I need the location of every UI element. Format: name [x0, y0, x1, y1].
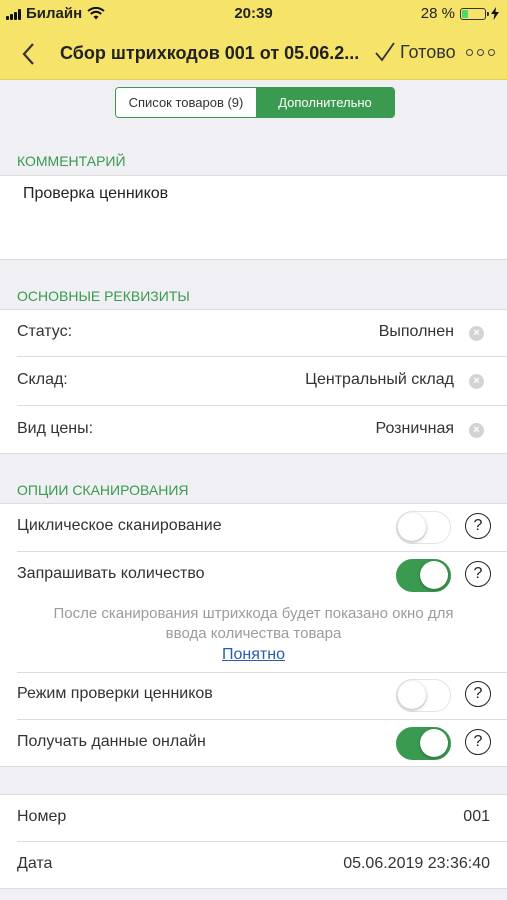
hint-text: После сканирования штрихкода будет показ… — [0, 604, 507, 644]
help-icon[interactable]: ? — [465, 561, 491, 587]
date-value: 05.06.2019 23:36:40 — [343, 855, 490, 872]
comment-section-header: КОММЕНТАРИЙ — [17, 153, 126, 169]
help-icon[interactable]: ? — [465, 681, 491, 707]
ask-quantity-row: Запрашивать количество ? — [0, 551, 507, 599]
tab-additional[interactable]: Дополнительно — [256, 88, 394, 117]
number-value: 001 — [463, 808, 490, 825]
comment-field[interactable]: Проверка ценников — [0, 175, 507, 260]
number-row: Номер 001 — [0, 794, 507, 842]
charging-icon — [491, 7, 499, 20]
more-icon[interactable] — [466, 49, 495, 56]
page-title: Сбор штрихкодов 001 от 05.06.2... — [60, 43, 360, 63]
battery-fill — [462, 9, 469, 18]
navigation-bar: Сбор штрихкодов 001 от 05.06.2... Готово — [0, 28, 507, 80]
online-data-toggle[interactable] — [396, 727, 451, 760]
online-data-row: Получать данные онлайн ? — [0, 719, 507, 767]
done-label: Готово — [400, 41, 456, 62]
hint-line-2: ввода количества товара — [165, 625, 342, 642]
status-bar: Билайн 20:39 28 % — [0, 0, 507, 28]
comment-text: Проверка ценников — [23, 185, 169, 202]
price-check-row: Режим проверки ценников ? — [0, 671, 507, 719]
warehouse-label: Склад: — [17, 371, 68, 388]
tabs-area: Список товаров (9) Дополнительно — [0, 80, 507, 126]
main-section-header: ОСНОВНЫЕ РЕКВИЗИТЫ — [17, 288, 190, 304]
status-row[interactable]: Статус: Выполнен × — [0, 309, 507, 357]
warehouse-value: Центральный склад — [305, 371, 454, 388]
online-data-label: Получать данные онлайн — [17, 733, 206, 750]
date-label: Дата — [17, 855, 53, 872]
clear-icon[interactable]: × — [469, 423, 484, 438]
price-check-toggle[interactable] — [396, 679, 451, 712]
warehouse-row[interactable]: Склад: Центральный склад × — [0, 357, 507, 405]
price-type-row[interactable]: Вид цены: Розничная × — [0, 406, 507, 454]
understood-link[interactable]: Понятно — [222, 646, 285, 663]
hint-line-1: После сканирования штрихкода будет показ… — [53, 605, 454, 622]
cyclic-scan-label: Циклическое сканирование — [17, 517, 222, 534]
status-label: Статус: — [17, 323, 73, 340]
cyclic-scan-row: Циклическое сканирование ? — [0, 503, 507, 551]
status-right: 28 % — [421, 5, 499, 22]
battery-icon — [460, 7, 489, 20]
cyclic-scan-toggle[interactable] — [396, 511, 451, 544]
hint-link-container: Понятно — [0, 646, 507, 664]
price-check-label: Режим проверки ценников — [17, 685, 213, 702]
help-icon[interactable]: ? — [465, 513, 491, 539]
segmented-control: Список товаров (9) Дополнительно — [115, 87, 395, 118]
ask-quantity-toggle[interactable] — [396, 559, 451, 592]
back-chevron-icon[interactable] — [22, 42, 36, 66]
date-row: Дата 05.06.2019 23:36:40 — [0, 841, 507, 889]
battery-percent: 28 % — [420, 5, 455, 22]
status-value: Выполнен — [378, 323, 454, 340]
number-label: Номер — [17, 808, 67, 825]
price-type-label: Вид цены: — [17, 420, 94, 437]
tab-goods-list[interactable]: Список товаров (9) — [116, 88, 256, 117]
clear-icon[interactable]: × — [469, 374, 484, 389]
scan-section-header: ОПЦИИ СКАНИРОВАНИЯ — [17, 482, 189, 498]
clear-icon[interactable]: × — [469, 326, 484, 341]
done-button[interactable]: Готово — [374, 41, 456, 63]
checkmark-icon — [375, 42, 395, 62]
help-icon[interactable]: ? — [465, 729, 491, 755]
price-type-value: Розничная — [375, 420, 454, 437]
ask-quantity-label: Запрашивать количество — [17, 565, 205, 582]
